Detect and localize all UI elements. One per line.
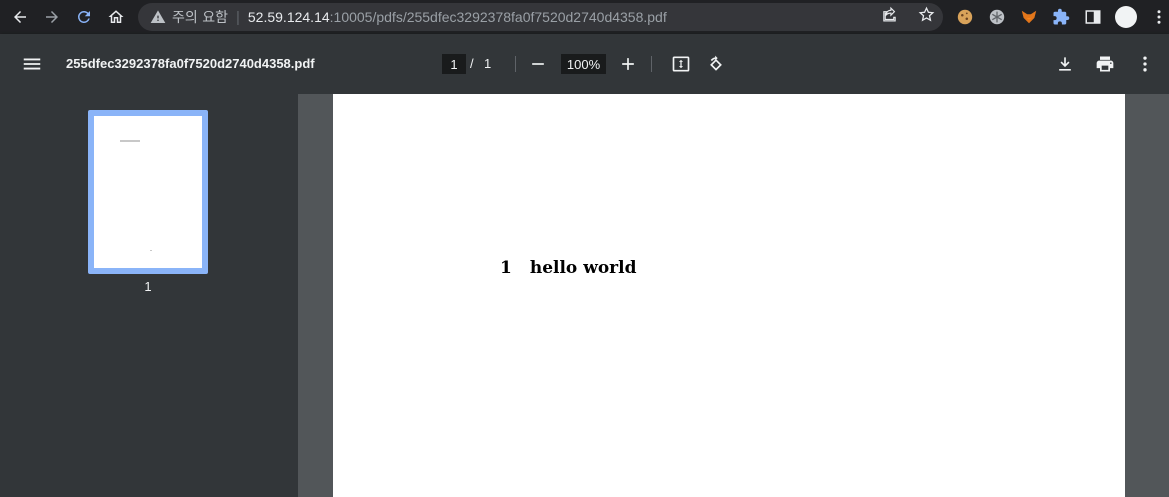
- back-arrow-icon[interactable]: [4, 0, 36, 34]
- thumbnail-page-preview: [94, 116, 202, 268]
- url-divider: |: [235, 8, 240, 26]
- thumbnail-text-line: [120, 140, 140, 142]
- security-warning-text[interactable]: 주의 요함: [172, 7, 228, 27]
- snowflake-extension-icon[interactable]: [987, 7, 1007, 27]
- pdf-toolbar: 255dfec3292378fa0f7520d2740d4358.pdf 1 /…: [0, 34, 1169, 94]
- thumbnail-page-number-mark: [150, 250, 152, 251]
- share-icon[interactable]: [881, 6, 898, 28]
- url-path: :10005/pdfs/255dfec3292378fa0f7520d2740d…: [329, 9, 667, 25]
- page-thumbnail[interactable]: [88, 110, 208, 274]
- page-separator: /: [470, 56, 474, 71]
- home-icon[interactable]: [100, 0, 132, 34]
- fox-extension-icon[interactable]: [1019, 7, 1039, 27]
- forward-arrow-icon[interactable]: [36, 0, 68, 34]
- page-total: 1: [484, 56, 492, 71]
- pdf-file-title: 255dfec3292378fa0f7520d2740d4358.pdf: [66, 56, 315, 71]
- browser-menu-icon[interactable]: [1149, 7, 1169, 27]
- viewer-scrollbar[interactable]: [1163, 94, 1169, 497]
- download-icon[interactable]: [1053, 52, 1077, 76]
- zoom-out-icon[interactable]: [526, 52, 550, 76]
- side-panel-icon[interactable]: [1083, 7, 1103, 27]
- address-bar[interactable]: 주의 요함 | 52.59.124.14:10005/pdfs/255dfec3…: [138, 3, 943, 31]
- fit-to-page-icon[interactable]: [669, 52, 693, 76]
- profile-avatar[interactable]: [1115, 6, 1137, 28]
- page-number-input[interactable]: 1: [442, 54, 466, 74]
- print-icon[interactable]: [1093, 52, 1117, 76]
- warning-icon[interactable]: [150, 9, 166, 25]
- url-text[interactable]: 52.59.124.14:10005/pdfs/255dfec3292378fa…: [248, 9, 667, 25]
- more-options-icon[interactable]: [1133, 52, 1157, 76]
- pdf-page: 1 hello world: [333, 94, 1125, 497]
- cookie-extension-icon[interactable]: [955, 7, 975, 27]
- section-number: 1: [500, 258, 512, 278]
- thumbnail-sidebar: 1: [0, 94, 298, 497]
- hamburger-menu-icon[interactable]: [20, 52, 44, 76]
- browser-toolbar: 주의 요함 | 52.59.124.14:10005/pdfs/255dfec3…: [0, 0, 1169, 34]
- puzzle-extensions-icon[interactable]: [1051, 7, 1071, 27]
- section-title: hello world: [529, 258, 637, 278]
- zoom-level-input[interactable]: 100%: [561, 54, 606, 74]
- toolbar-divider: [515, 56, 516, 72]
- url-host: 52.59.124.14: [247, 9, 330, 25]
- bookmark-star-icon[interactable]: [918, 6, 935, 28]
- zoom-in-icon[interactable]: [616, 52, 640, 76]
- reload-icon[interactable]: [68, 0, 100, 34]
- section-heading: 1 hello world: [500, 258, 636, 278]
- pdf-viewer[interactable]: 1 hello world: [298, 94, 1169, 497]
- toolbar-divider: [651, 56, 652, 72]
- thumbnail-label: 1: [144, 279, 152, 294]
- rotate-icon[interactable]: [704, 52, 728, 76]
